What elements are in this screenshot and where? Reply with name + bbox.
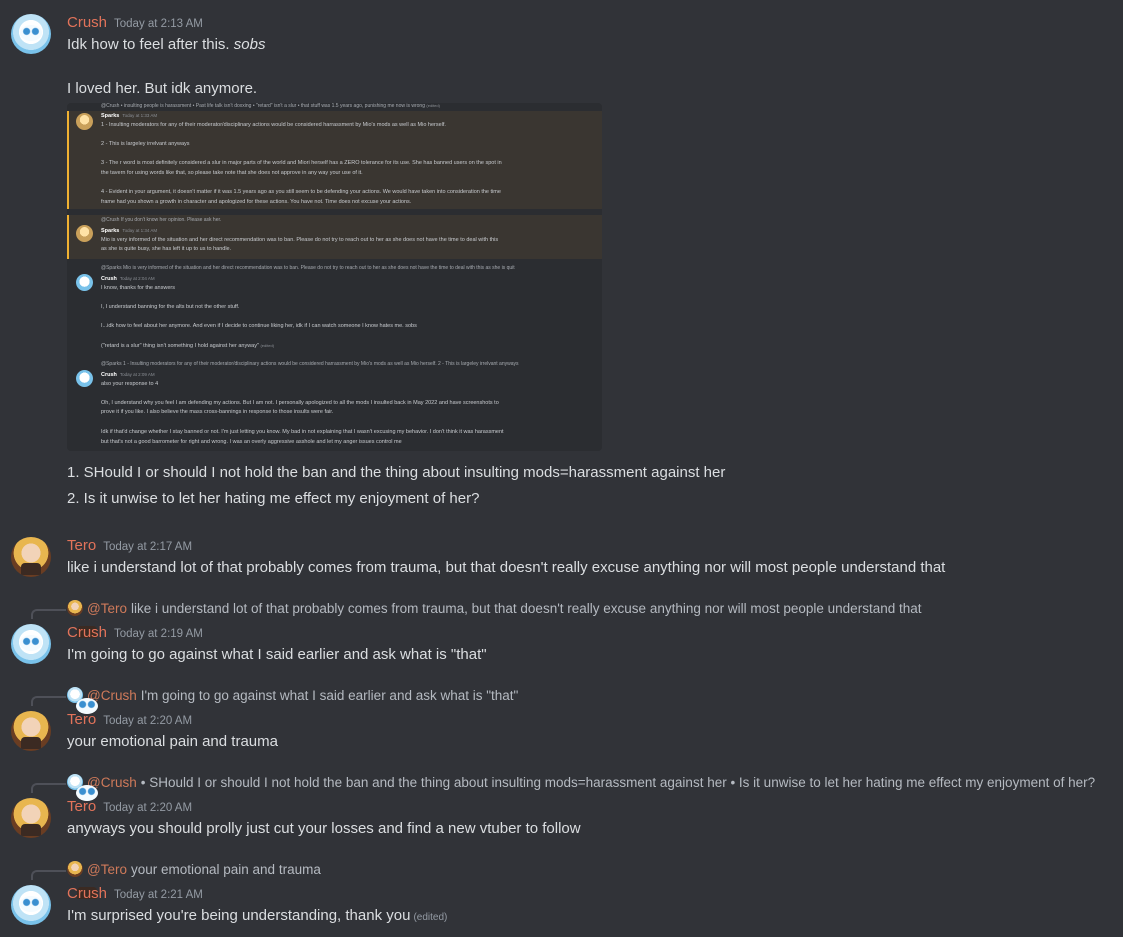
- list-item: 2. Is it unwise to let her hating me eff…: [67, 490, 480, 507]
- screenshot-reply-line: @Sparks Mio is very informed of the situ…: [101, 265, 515, 271]
- message-header: Tero Today at 2:17 AM: [67, 537, 192, 554]
- message-text: Idk how to feel after this. sobs: [67, 36, 265, 53]
- screenshot-avatar: [76, 225, 93, 242]
- message-text-italic: sobs: [233, 36, 266, 53]
- timestamp: Today at 2:13 AM: [114, 18, 203, 30]
- screenshot-text: Mio is very informed of the situation an…: [101, 237, 499, 243]
- screenshot-text: 4 - Evident in your argument, it doesn't…: [101, 189, 501, 195]
- screenshot-text: frame had you shown a growth in characte…: [101, 199, 412, 205]
- screenshot-text: 1 - Insulting moderators for any of thei…: [101, 122, 446, 128]
- username[interactable]: Tero: [67, 537, 96, 554]
- screenshot-text: but that's not a good barrometer for rig…: [101, 439, 402, 445]
- screenshot-text: I...idk how to feel about her anymore. A…: [101, 323, 417, 329]
- screenshot-text: I know, thanks for the answers: [101, 285, 175, 291]
- avatar[interactable]: [11, 537, 51, 577]
- message-header: Tero Today at 2:20 AM: [67, 711, 192, 728]
- screenshot-avatar: [76, 370, 93, 387]
- avatar[interactable]: [11, 885, 51, 925]
- reply-avatar: [67, 774, 98, 801]
- screenshot-avatar: [76, 113, 93, 130]
- reply-mention[interactable]: @Tero: [87, 862, 127, 877]
- reply-preview[interactable]: @Tero like i understand lot of that prob…: [67, 600, 922, 638]
- message-text: I'm surprised you're being understanding…: [67, 907, 447, 924]
- reply-spine: [31, 609, 66, 619]
- timestamp: Today at 2:17 AM: [103, 541, 193, 553]
- message-header: Crush Today at 2:13 AM: [67, 14, 203, 31]
- message-header: Tero Today at 2:20 AM: [67, 798, 192, 815]
- reply-mention[interactable]: @Tero: [87, 601, 127, 616]
- timestamp: Today at 2:21 AM: [114, 889, 203, 901]
- reply-preview[interactable]: @Crush I'm going to go against what I sa…: [67, 687, 519, 714]
- screenshot-text: also your response to 4: [101, 381, 159, 387]
- screenshot-reply-line: @Crush If you don't know her opinion. Pl…: [101, 217, 222, 223]
- screenshot-avatar: [76, 274, 93, 291]
- message-text-part: Idk how to feel after this.: [67, 36, 234, 53]
- screenshot-reply-line: @Sparks 1 - Insulting moderators for any…: [101, 361, 519, 367]
- reply-spine: [31, 783, 66, 793]
- reply-text: I'm going to go against what I said earl…: [140, 687, 519, 703]
- screenshot-text: as she is quite busy, she has left it up…: [101, 246, 232, 252]
- message-text: I loved her. But idk anymore.: [67, 80, 258, 97]
- reply-text: your emotional pain and trauma: [130, 861, 321, 877]
- message-text-part: I'm surprised you're being understanding…: [67, 907, 411, 924]
- screenshot-text: Oh, I understand why you feel I am defen…: [101, 400, 499, 406]
- username[interactable]: Crush: [67, 14, 107, 31]
- edited-label: (edited): [413, 912, 448, 923]
- screenshot-reply-line: @Crush • insulting people is harassment …: [101, 103, 440, 109]
- screenshot-text: Idk if that'd change whether I stay bann…: [101, 429, 504, 435]
- message-header: Crush Today at 2:21 AM: [67, 885, 203, 902]
- screenshot-text: the tavern for using words like that, so…: [101, 170, 363, 176]
- message-text: I'm going to go against what I said earl…: [67, 646, 487, 663]
- timestamp: Today at 2:20 AM: [103, 802, 193, 814]
- avatar[interactable]: [11, 624, 51, 664]
- reply-avatar: [67, 861, 97, 899]
- attached-screenshot[interactable]: @Crush • insulting people is harassment …: [67, 103, 602, 451]
- avatar[interactable]: [11, 798, 51, 838]
- reply-text: • SHould I or should I not hold the ban …: [140, 774, 1096, 790]
- reply-avatar: [67, 687, 98, 714]
- screenshot-text: prove it if you like. I also believe the…: [101, 409, 334, 415]
- timestamp: Today at 2:20 AM: [103, 715, 193, 727]
- username[interactable]: Crush: [67, 624, 107, 641]
- message-text: anyways you should prolly just cut your …: [67, 820, 581, 837]
- screenshot-text: 3 - The r word is most definitely consid…: [101, 160, 502, 166]
- avatar[interactable]: [11, 711, 51, 751]
- message-text: your emotional pain and trauma: [67, 733, 278, 750]
- screenshot-text: I, I understand banning for the alts but…: [101, 304, 240, 310]
- screenshot-text: 2 - This is largeley irrelvant anyways: [101, 141, 190, 147]
- message-header: Crush Today at 2:19 AM: [67, 624, 203, 641]
- message-text: like i understand lot of that probably c…: [67, 559, 946, 576]
- reply-avatar: [67, 600, 97, 638]
- avatar[interactable]: [11, 14, 51, 54]
- username[interactable]: Tero: [67, 798, 96, 815]
- username[interactable]: Tero: [67, 711, 96, 728]
- timestamp: Today at 2:19 AM: [114, 628, 203, 640]
- list-item: 1. SHould I or should I not hold the ban…: [67, 464, 726, 481]
- reply-spine: [31, 696, 66, 706]
- username[interactable]: Crush: [67, 885, 107, 902]
- reply-spine: [31, 870, 66, 880]
- reply-preview[interactable]: @Crush • SHould I or should I not hold t…: [67, 774, 1096, 801]
- reply-text: like i understand lot of that probably c…: [130, 600, 922, 616]
- reply-preview[interactable]: @Tero your emotional pain and trauma: [67, 861, 321, 899]
